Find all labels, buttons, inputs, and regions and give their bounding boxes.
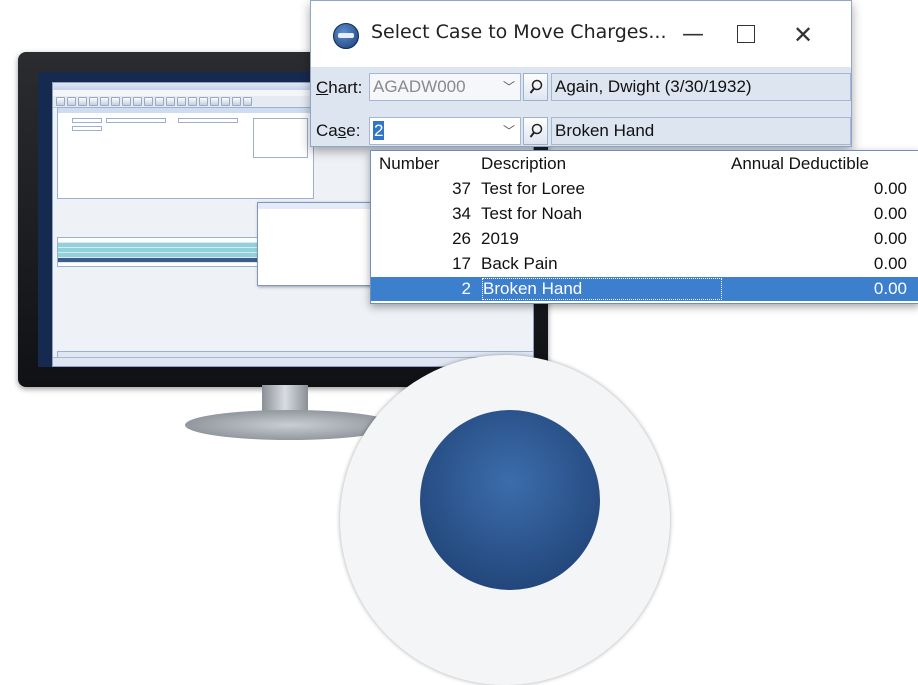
case-number: 34 [452, 204, 471, 223]
select-case-dialog: Select Case to Move Charges... — ✕ Chart… [310, 0, 852, 147]
case-number: 2 [461, 279, 471, 298]
mini-totals-box [253, 118, 308, 158]
mini-case-field[interactable] [72, 126, 102, 131]
case-number: 17 [452, 254, 471, 273]
transaction-entry-panel [57, 107, 314, 199]
toolbar-button[interactable] [166, 97, 175, 106]
case-dropdown-list[interactable]: Number Description Annual Deductible 37 … [370, 150, 918, 304]
case-label: Case: [316, 121, 361, 140]
dialog-titlebar: Select Case to Move Charges... — ✕ [311, 1, 851, 67]
chart-combo: AGADW000 ﹀ [369, 73, 521, 101]
medisoft-logo-icon [333, 23, 359, 49]
minimize-button[interactable]: — [673, 15, 713, 55]
case-description-display: Broken Hand [551, 117, 851, 145]
case-description: Broken Hand [481, 277, 723, 301]
case-list-row[interactable]: 26 2019 0.00 [371, 227, 918, 251]
dialog-title: Select Case to Move Charges... [371, 21, 667, 43]
toolbar-button[interactable] [188, 97, 197, 106]
case-description: Back Pain [481, 254, 558, 273]
case-list-row[interactable]: 37 Test for Loree 0.00 [371, 177, 918, 201]
case-deductible: 0.00 [873, 254, 907, 273]
chart-value: AGADW000 [373, 77, 466, 96]
toolbar-button[interactable] [155, 97, 164, 106]
toolbar-button[interactable] [133, 97, 142, 106]
case-list-row[interactable]: 17 Back Pain 0.00 [371, 252, 918, 276]
case-deductible: 0.00 [873, 179, 907, 198]
case-description: Test for Noah [481, 204, 583, 223]
close-button[interactable]: ✕ [783, 15, 823, 55]
toolbar-button[interactable] [111, 97, 120, 106]
patient-name-display: Again, Dwight (3/30/1932) [551, 73, 851, 101]
toolbar-button[interactable] [100, 97, 109, 106]
case-description: 2019 [481, 229, 519, 248]
chevron-down-icon: ﹀ [502, 80, 515, 94]
toolbar-button[interactable] [221, 97, 230, 106]
panel-titlebar [58, 108, 313, 113]
chart-label: Chart: [316, 78, 363, 97]
case-number: 26 [452, 229, 471, 248]
magnifier-icon [529, 79, 542, 94]
toolbar-button[interactable] [232, 97, 241, 106]
chart-search-button[interactable] [523, 73, 548, 101]
case-description: Test for Loree [481, 179, 585, 198]
case-list-row-selected[interactable]: 2 Broken Hand 0.00 [371, 277, 918, 301]
toolbar-button[interactable] [210, 97, 219, 106]
mini-info-field [178, 118, 238, 123]
case-number: 37 [452, 179, 471, 198]
case-deductible: 0.00 [873, 279, 907, 298]
toolbar-button[interactable] [199, 97, 208, 106]
case-deductible: 0.00 [873, 204, 907, 223]
case-combo[interactable]: 2 ﹀ [369, 117, 521, 145]
case-value[interactable]: 2 [373, 121, 385, 140]
toolbar-button[interactable] [78, 97, 87, 106]
toolbar-button[interactable] [122, 97, 131, 106]
column-header-description: Description [481, 154, 567, 173]
toolbar-button[interactable] [56, 97, 65, 106]
maximize-icon [737, 24, 755, 43]
brand-logo-icon [420, 410, 600, 590]
case-list-header: Number Description Annual Deductible [371, 151, 918, 175]
case-search-button[interactable] [523, 117, 548, 145]
chevron-down-icon[interactable]: ﹀ [498, 118, 520, 144]
maximize-button[interactable] [726, 15, 766, 55]
toolbar-button[interactable] [67, 97, 76, 106]
toolbar-button[interactable] [177, 97, 186, 106]
toolbar-button[interactable] [89, 97, 98, 106]
column-header-number: Number [379, 154, 440, 173]
toolbar-button[interactable] [243, 97, 252, 106]
dialog-body: Chart: AGADW000 ﹀ Again, Dwight (3/30/19… [311, 67, 851, 146]
column-header-deductible: Annual Deductible [731, 154, 869, 173]
mini-patient-field [106, 118, 166, 123]
case-list-row[interactable]: 34 Test for Noah 0.00 [371, 202, 918, 226]
case-deductible: 0.00 [873, 229, 907, 248]
magnifier-icon [529, 123, 542, 138]
toolbar-button[interactable] [144, 97, 153, 106]
mini-chart-field[interactable] [72, 118, 102, 123]
